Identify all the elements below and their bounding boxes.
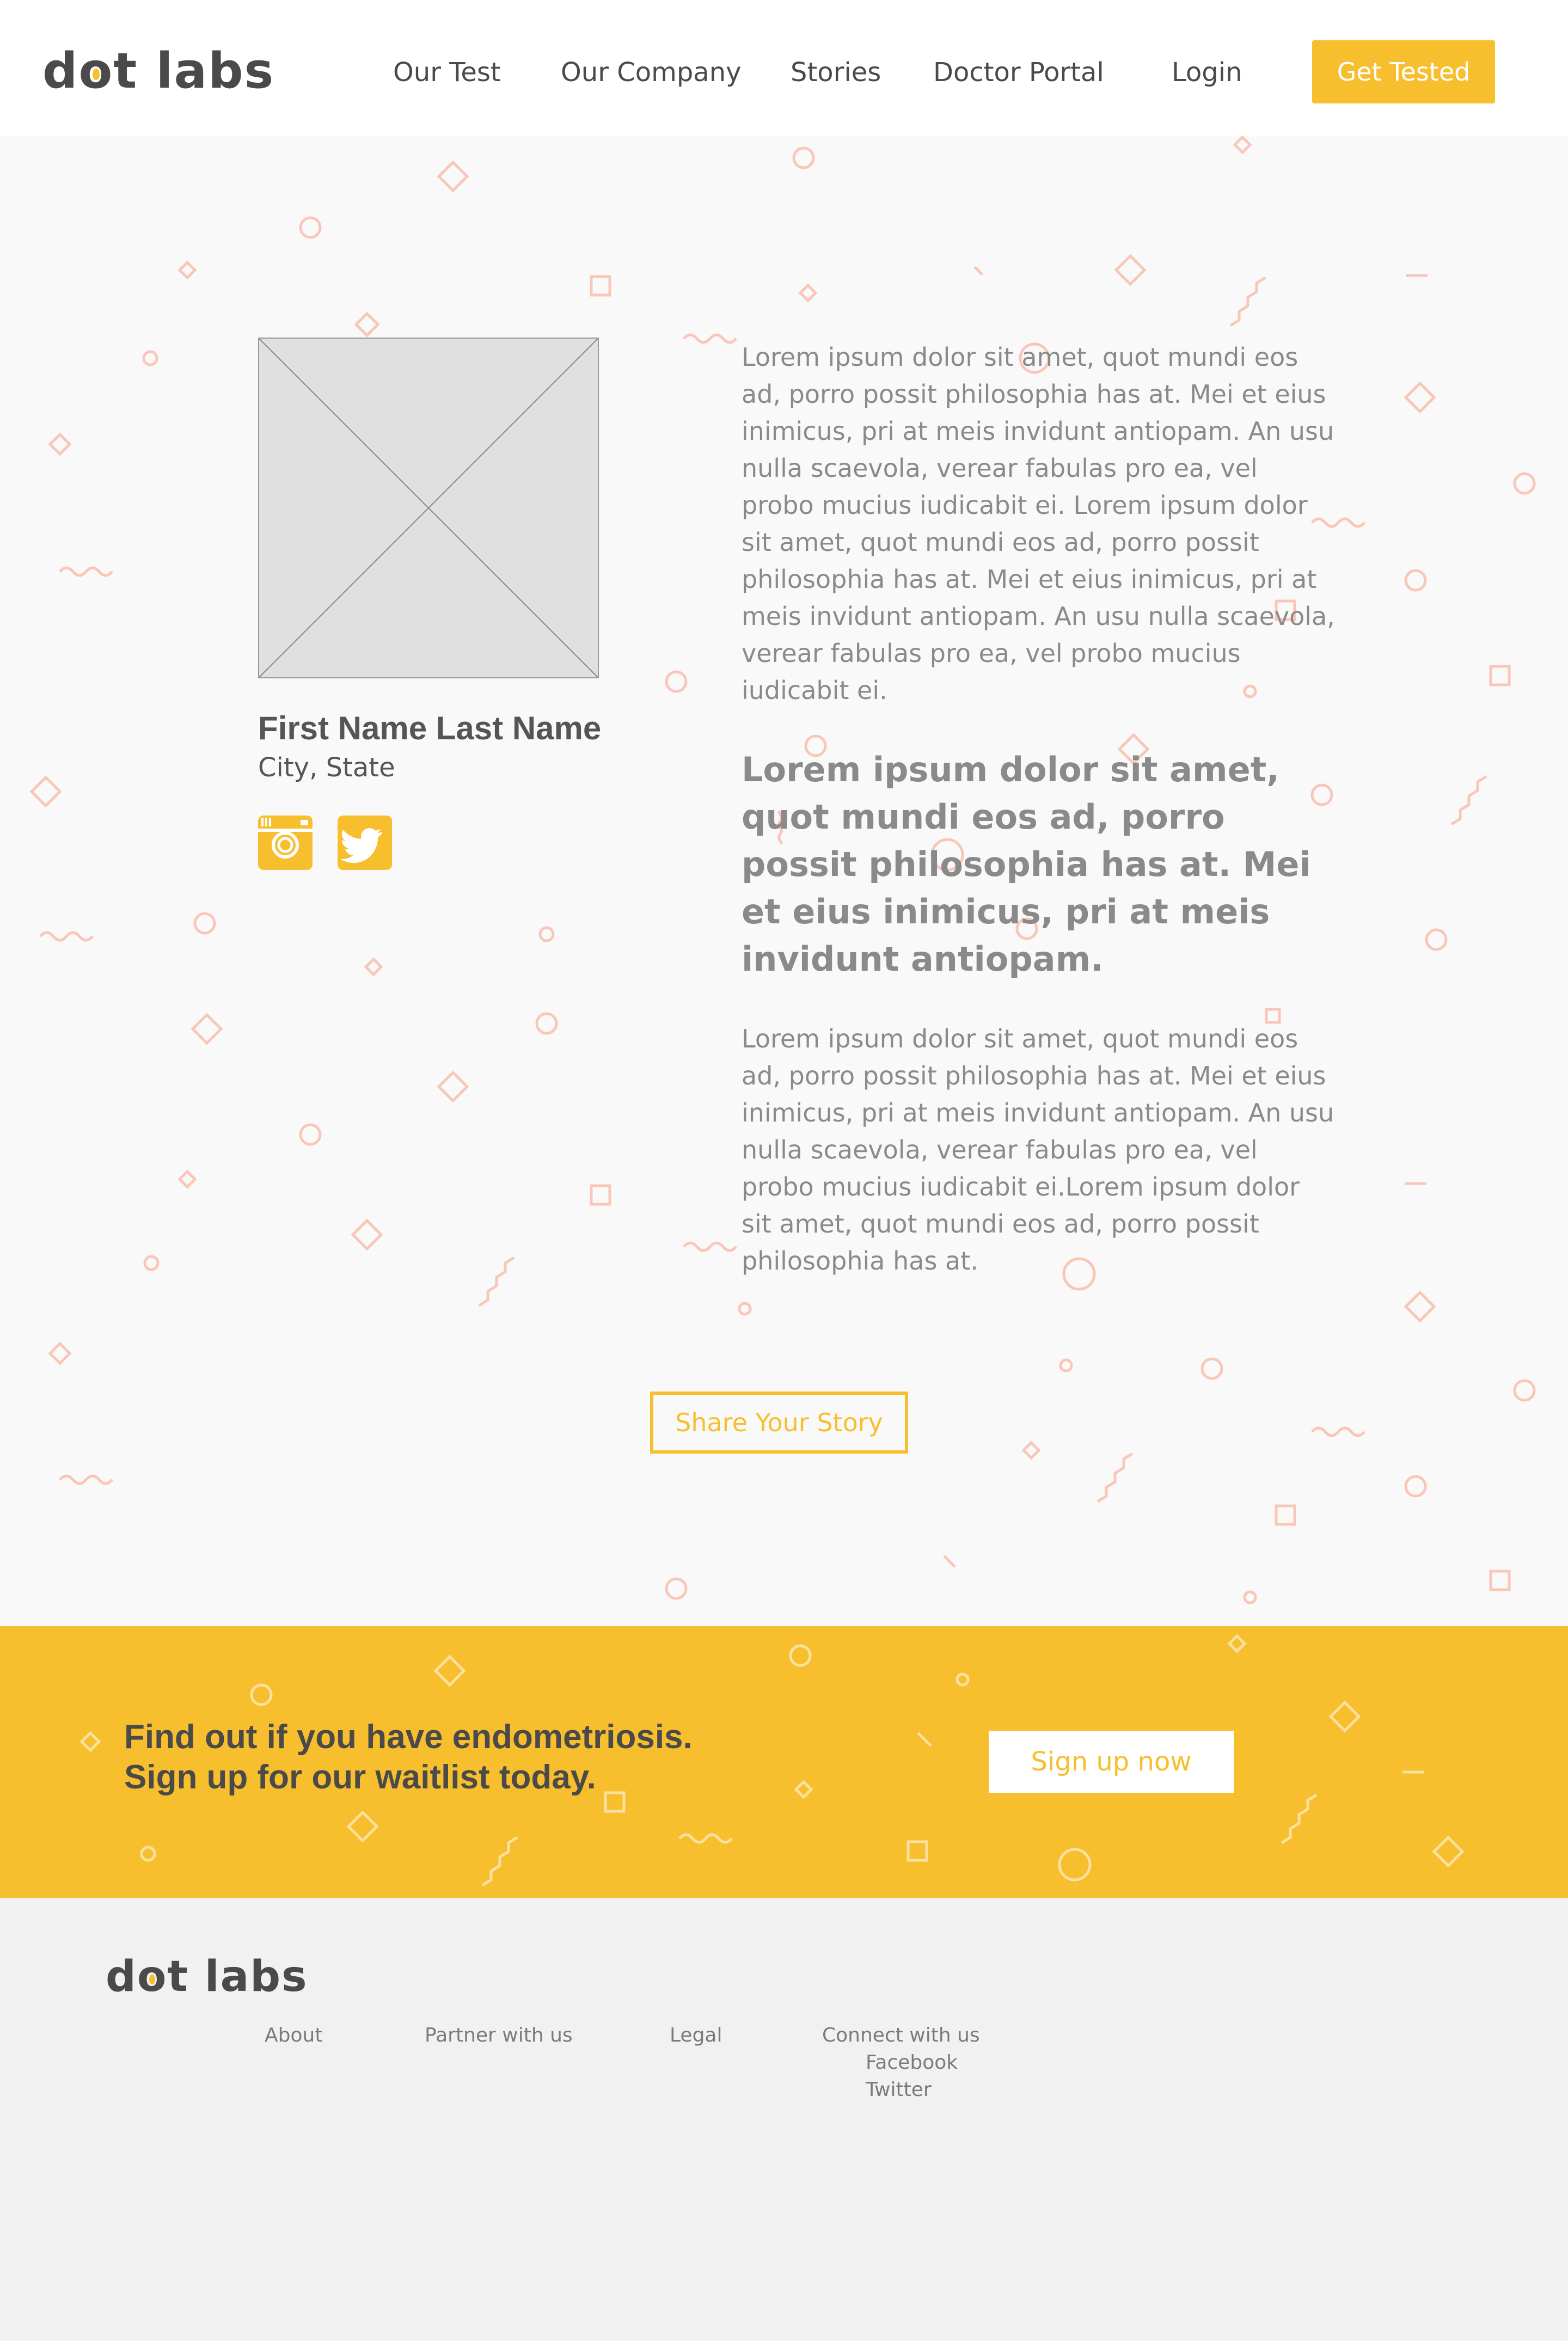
story-paragraph-2: Lorem ipsum dolor sit amet, quot mundi e… (742, 1024, 1334, 1276)
dot-labs-logo[interactable]: dot labs (42, 42, 274, 100)
story-paragraph-1: Lorem ipsum dolor sit amet, quot mundi e… (742, 342, 1335, 705)
footer-connect-heading: Connect with us (822, 2024, 980, 2046)
footer-link-facebook[interactable]: Facebook (866, 2051, 958, 2074)
profile-photo-placeholder (258, 338, 599, 678)
share-your-story-button[interactable]: Share Your Story (650, 1392, 908, 1454)
waitlist-banner: Find out if you have endometriosis. Sign… (0, 1626, 1568, 1898)
twitter-link[interactable] (338, 816, 392, 870)
site-footer: dot labs About Partner with us Legal Con… (0, 1898, 1568, 2341)
instagram-icon (258, 818, 313, 859)
nav-doctor-portal[interactable]: Doctor Portal (933, 57, 1104, 88)
nav-login[interactable]: Login (1172, 57, 1242, 88)
site-header: dot labs Our Test Our Company Stories Do… (0, 0, 1568, 136)
nav-our-company[interactable]: Our Company (561, 57, 742, 88)
get-tested-button[interactable]: Get Tested (1312, 40, 1495, 103)
image-placeholder-icon (259, 339, 598, 677)
sign-up-now-button[interactable]: Sign up now (989, 1731, 1234, 1793)
footer-link-about[interactable]: About (265, 2024, 322, 2046)
story-pull-quote: Lorem ipsum dolor sit amet, quot mundi e… (742, 750, 1311, 979)
waitlist-headline-line-1: Find out if you have endometriosis. (124, 1718, 693, 1756)
waitlist-headline-line-2: Sign up for our waitlist today. (124, 1758, 596, 1796)
nav-stories[interactable]: Stories (791, 57, 881, 88)
nav-our-test[interactable]: Our Test (393, 57, 501, 88)
twitter-icon (340, 828, 382, 863)
instagram-link[interactable] (258, 816, 313, 870)
person-location: City, State (258, 752, 395, 783)
person-name: First Name Last Name (258, 710, 602, 746)
logo-dot-icon (92, 68, 100, 80)
footer-link-legal[interactable]: Legal (670, 2024, 722, 2046)
footer-link-twitter[interactable]: Twitter (866, 2079, 932, 2101)
footer-link-partner[interactable]: Partner with us (425, 2024, 573, 2046)
dot-labs-footer-logo[interactable]: dot labs (106, 1952, 308, 2001)
story-section: First Name Last Name City, State Lorem i… (0, 136, 1568, 1626)
